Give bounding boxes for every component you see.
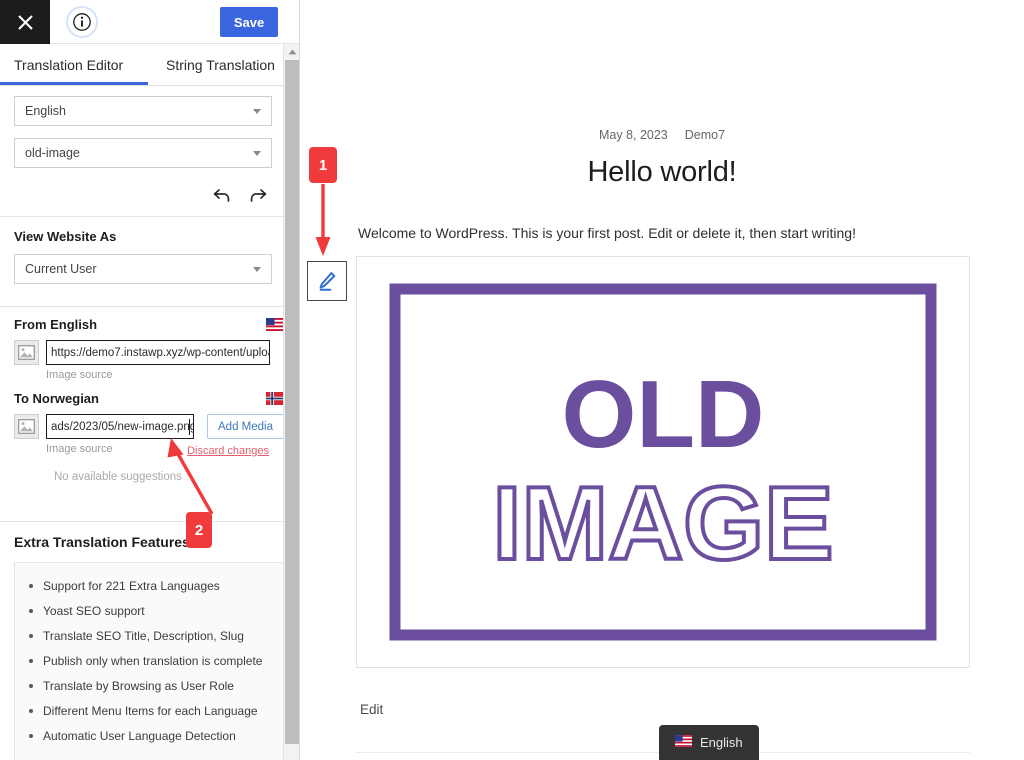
language-select[interactable]: English	[14, 96, 272, 126]
view-website-as-section: View Website As Current User	[0, 217, 299, 306]
extra-features-section: Extra Translation Features Support for 2…	[0, 522, 299, 760]
info-icon	[73, 13, 91, 31]
list-item: Support for 221 Extra Languages	[27, 579, 272, 593]
source-pane-header: From English	[14, 317, 285, 332]
page-title: Hello world!	[587, 156, 737, 188]
extra-features-box: Support for 221 Extra Languages Yoast SE…	[14, 562, 285, 760]
source-field-row: https://demo7.instawp.xyz/wp-content/upl…	[14, 340, 285, 365]
source-translation-pane: From English https://demo7.instawp.xyz/w…	[0, 307, 299, 385]
save-button[interactable]: Save	[220, 7, 278, 37]
target-translation-pane: To Norwegian ads/2023/05/new-image.png A…	[0, 385, 299, 487]
selectors-section: English old-image	[0, 86, 299, 216]
list-item: Publish only when translation is complet…	[27, 654, 272, 668]
tab-string-translation[interactable]: String Translation	[166, 44, 275, 86]
source-image-source-label: Image source	[46, 369, 113, 381]
post-author: Demo7	[684, 128, 726, 142]
chevron-down-icon	[253, 267, 261, 272]
sidebar-scrollbar[interactable]	[283, 44, 299, 760]
chevron-down-icon	[253, 151, 261, 156]
annotation-marker-1: 1	[309, 147, 337, 183]
list-item: Yoast SEO support	[27, 604, 272, 618]
history-controls	[14, 180, 272, 210]
extra-features-title: Extra Translation Features	[14, 534, 190, 550]
chevron-down-icon	[253, 109, 261, 114]
undo-icon	[213, 189, 230, 202]
featured-image-old-image: OLD IMAGE	[389, 283, 937, 641]
old-image-line1: OLD	[562, 361, 765, 468]
target-pane-title: To Norwegian	[14, 391, 99, 406]
close-icon	[17, 14, 33, 30]
list-item: Translate by Browsing as User Role	[27, 679, 272, 693]
post-meta: May 8, 2023 Demo7	[300, 128, 1024, 142]
translation-editor-sidebar: Save Translation Editor String Translati…	[0, 0, 300, 760]
active-tab-indicator	[0, 82, 148, 85]
language-select-value: English	[25, 104, 66, 118]
post-body-text: Welcome to WordPress. This is your first…	[358, 225, 856, 241]
redo-icon	[250, 189, 267, 202]
info-button[interactable]	[66, 6, 98, 38]
close-button[interactable]	[0, 0, 50, 44]
edit-image-button[interactable]	[307, 261, 347, 301]
edit-post-link[interactable]: Edit	[360, 702, 383, 717]
language-switcher-badge[interactable]: English	[659, 725, 759, 760]
view-website-as-select[interactable]: Current User	[14, 254, 272, 284]
view-website-as-value: Current User	[25, 262, 97, 276]
scrollbar-thumb[interactable]	[285, 60, 299, 744]
annotation-arrow-2	[167, 438, 214, 515]
featured-image-container[interactable]: OLD IMAGE	[356, 256, 970, 668]
scroll-up-arrow-icon[interactable]	[284, 44, 299, 60]
old-image-line2: IMAGE	[493, 466, 834, 582]
target-field-row: ads/2023/05/new-image.png Add Media	[14, 414, 285, 439]
extra-features-list: Support for 221 Extra Languages Yoast SE…	[27, 579, 272, 743]
app-root: Save Translation Editor String Translati…	[0, 0, 1024, 760]
sidebar-topbar: Save	[0, 0, 299, 44]
language-switcher-label: English	[700, 735, 743, 750]
target-pane-header: To Norwegian	[14, 391, 285, 406]
source-image-url-input[interactable]: https://demo7.instawp.xyz/wp-content/upl…	[46, 340, 270, 365]
sidebar-tabs: Translation Editor String Translation	[0, 44, 299, 86]
image-placeholder-icon	[14, 340, 39, 365]
view-website-as-label: View Website As	[14, 229, 117, 244]
content-select-value: old-image	[25, 146, 80, 160]
annotation-arrow-1	[315, 184, 331, 256]
list-item: Automatic User Language Detection	[27, 729, 272, 743]
post-date: May 8, 2023	[598, 128, 668, 142]
image-placeholder-icon	[14, 414, 39, 439]
list-item: Translate SEO Title, Description, Slug	[27, 629, 272, 643]
redo-button[interactable]	[248, 187, 268, 203]
pencil-icon	[319, 272, 336, 291]
page-preview: May 8, 2023 Demo7 Hello world! Welcome t…	[300, 0, 1024, 760]
source-pane-title: From English	[14, 317, 98, 332]
content-select[interactable]: old-image	[14, 138, 272, 168]
undo-button[interactable]	[212, 187, 232, 203]
tab-translation-editor[interactable]: Translation Editor	[14, 44, 123, 86]
us-flag-icon	[675, 735, 692, 750]
list-item: Different Menu Items for each Language	[27, 704, 272, 718]
